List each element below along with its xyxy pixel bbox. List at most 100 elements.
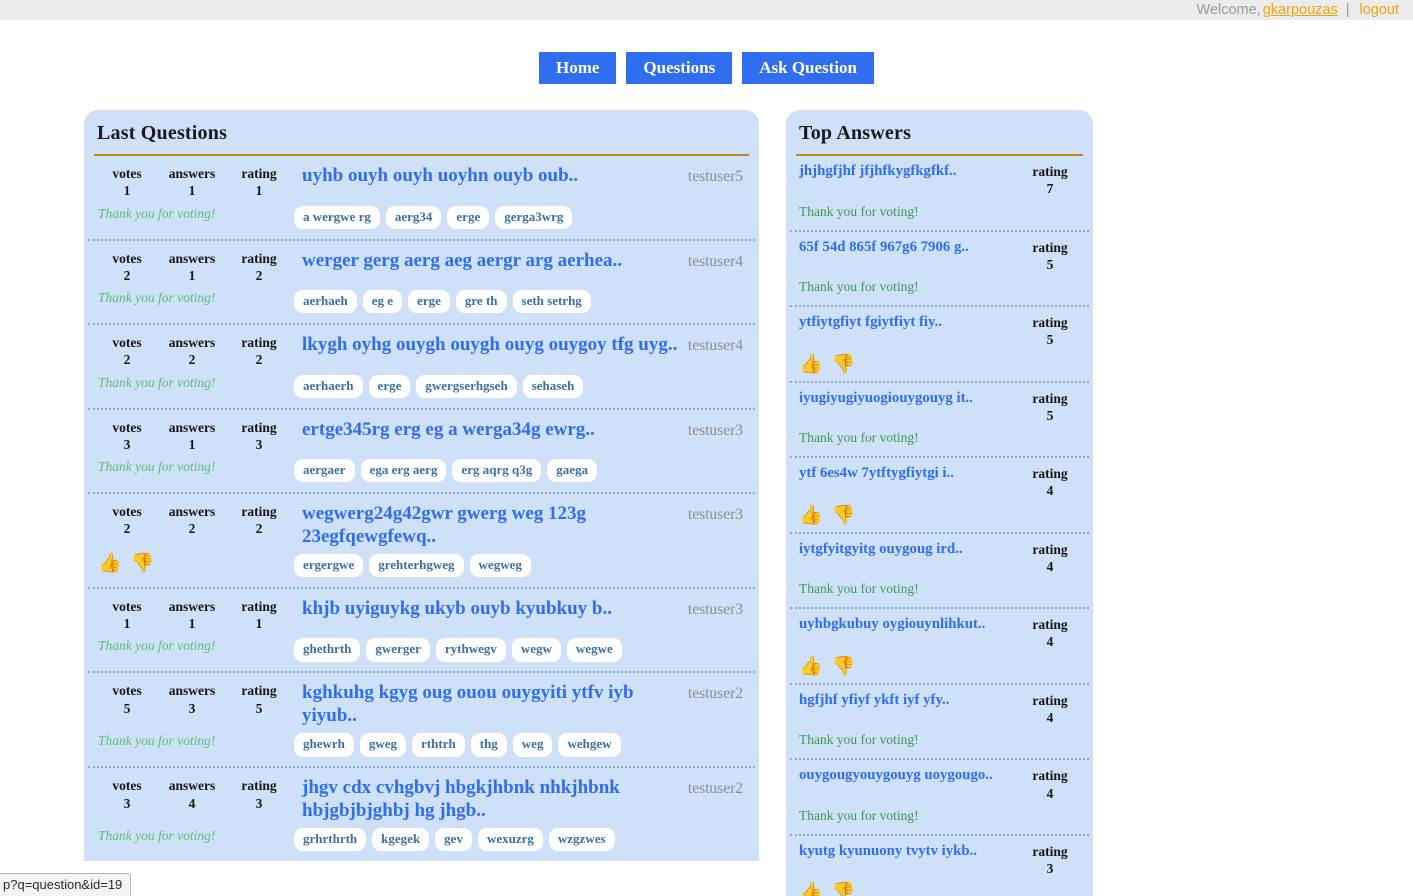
question-title-link[interactable]: jhgv cdx cvhgbvj hbgkjhbnk nhkjhbnk hbjg… xyxy=(302,777,687,822)
logout-link[interactable]: logout xyxy=(1359,2,1399,18)
answer-title-link[interactable]: kyutg kyunuony tvytv iykb.. xyxy=(799,843,1020,861)
tag-list: aerhaerh ergegwergserhgseh sehaseh xyxy=(294,375,747,398)
tag-chip[interactable]: wegwe xyxy=(567,638,622,661)
votes-stat: votes2 xyxy=(96,503,158,538)
tag-chip[interactable]: thg xyxy=(471,733,507,756)
answer-rating: rating4 xyxy=(1020,692,1080,727)
answer-title-link[interactable]: ouygougyouygouyg uoygougo.. xyxy=(799,767,1020,785)
thumbs-up-icon[interactable]: 👍 xyxy=(799,506,823,525)
question-title-link[interactable]: lkygh oyhg ouygh ouygh ouyg ouygoy tfg u… xyxy=(302,334,687,356)
answers-label: answers xyxy=(158,250,226,267)
nav-questions-button[interactable]: Questions xyxy=(626,52,732,84)
tag-chip[interactable]: ghewrh xyxy=(294,733,354,756)
rating-label: rating xyxy=(226,419,292,436)
answer-title-link[interactable]: ytf 6es4w 7ytftygfiytgi i.. xyxy=(799,465,1020,483)
thumbs-down-icon[interactable]: 👎 xyxy=(832,657,856,676)
tag-chip[interactable]: eg e xyxy=(363,290,402,313)
tag-chip[interactable]: wegweg xyxy=(470,554,531,577)
tag-chip[interactable]: aerhaerh xyxy=(294,375,363,398)
thumbs-up-icon[interactable]: 👍 xyxy=(799,355,823,374)
tag-chip[interactable]: erg aqrg q3g xyxy=(452,459,541,482)
tag-chip[interactable]: wehgew xyxy=(558,733,620,756)
question-title-link[interactable]: wegwerg24g42gwr gwerg weg 123g 23egfqewg… xyxy=(302,503,687,548)
tag-chip[interactable]: erge xyxy=(447,206,489,229)
vote-area: Thank you for voting! xyxy=(96,733,294,749)
tag-chip[interactable]: rythwegv xyxy=(436,638,506,661)
answers-value: 2 xyxy=(158,351,226,368)
answer-title-link[interactable]: 65f 54d 865f 967g6 7906 g.. xyxy=(799,239,1020,257)
tag-list: a wergwe rg aerg34erge gerga3wrg xyxy=(294,206,747,229)
thumbs-up-icon[interactable]: 👍 xyxy=(98,554,122,573)
thanks-message: Thank you for voting! xyxy=(799,430,1080,446)
votes-label: votes xyxy=(96,419,158,436)
tag-chip[interactable]: gre th xyxy=(456,290,507,313)
tag-chip[interactable]: grhrthrth xyxy=(294,828,366,851)
thanks-message: Thank you for voting! xyxy=(799,279,1080,295)
tag-chip[interactable]: gev xyxy=(435,828,472,851)
thumbs-down-icon[interactable]: 👎 xyxy=(832,883,856,896)
thumbs-up-icon[interactable]: 👍 xyxy=(799,883,823,896)
question-title-link[interactable]: ertge345rg erg eg a werga34g ewrg.. xyxy=(302,419,687,441)
rating-value: 2 xyxy=(226,520,292,537)
question-title-link[interactable]: khjb uyiguykg ukyb ouyb kyubkuy b.. xyxy=(302,598,687,620)
rating-label: rating xyxy=(226,598,292,615)
thumbs-up-icon[interactable]: 👍 xyxy=(799,657,823,676)
tag-chip[interactable]: wzgzwes xyxy=(549,828,615,851)
tag-chip[interactable]: weg xyxy=(513,733,553,756)
nav-home-button[interactable]: Home xyxy=(539,52,616,84)
username-link[interactable]: gkarpouzas xyxy=(1263,2,1338,18)
tag-chip[interactable]: seth setrhg xyxy=(513,290,591,313)
answer-title-link[interactable]: uyhbgkubuy oygiouynlihkut.. xyxy=(799,616,1020,634)
nav-ask-question-button[interactable]: Ask Question xyxy=(742,52,874,84)
tag-chip[interactable]: aerhaeh xyxy=(294,290,357,313)
thanks-message: Thank you for voting! xyxy=(98,638,294,654)
thumbs-down-icon[interactable]: 👎 xyxy=(832,355,856,374)
tag-chip[interactable]: erge xyxy=(369,375,411,398)
thanks-message: Thank you for voting! xyxy=(98,206,294,222)
tag-chip[interactable]: gwergserhgseh xyxy=(416,375,516,398)
tag-chip[interactable]: ghethrth xyxy=(294,638,360,661)
tag-chip[interactable]: gwerger xyxy=(366,638,429,661)
answer-title-link[interactable]: hgfjhf yfiyf ykft iyf yfy.. xyxy=(799,692,1020,710)
thumbs-down-icon[interactable]: 👎 xyxy=(131,554,155,573)
answer-row-header: 65f 54d 865f 967g6 7906 g..rating5 xyxy=(799,239,1080,274)
tag-chip[interactable]: erge xyxy=(408,290,450,313)
thumbs-down-icon[interactable]: 👎 xyxy=(832,506,856,525)
top-answers-panel: Top Answers jhjhgfjhf jfjhfkygfkgfkf..ra… xyxy=(786,110,1093,896)
tag-chip[interactable]: kgegek xyxy=(372,828,429,851)
answer-title-link[interactable]: iytgfyitgyitg ouygoug ird.. xyxy=(799,541,1020,559)
tag-chip[interactable]: sehaseh xyxy=(523,375,584,398)
tag-chip[interactable]: ergergwe xyxy=(294,554,363,577)
question-row-header: votes2answers2rating2wegwerg24g42gwr gwe… xyxy=(96,503,747,548)
tag-chip[interactable]: wexuzrg xyxy=(478,828,543,851)
rating-stat: rating3 xyxy=(226,419,292,454)
tag-chip[interactable]: aergaer xyxy=(294,459,355,482)
answers-stat: answers2 xyxy=(158,503,226,538)
thanks-message: Thank you for voting! xyxy=(799,581,1080,597)
vote-controls: 👍👎 xyxy=(799,355,1080,374)
question-row-footer: Thank you for voting!ghewrh gweg rthtrh thg… xyxy=(96,733,747,759)
tag-chip[interactable]: aerg34 xyxy=(386,206,442,229)
rating-label: rating xyxy=(1020,541,1080,558)
answer-title-link[interactable]: iyugiyugiyuogiouygouyg it.. xyxy=(799,390,1020,408)
answers-label: answers xyxy=(158,682,226,699)
tag-chip[interactable]: a wergwe rg xyxy=(294,206,380,229)
question-title-link[interactable]: werger gerg aerg aeg aergr arg aerhea.. xyxy=(302,250,687,272)
answer-title-link[interactable]: ytfiytgfiyt fgiytfiyt fiy.. xyxy=(799,314,1020,332)
question-row: votes5answers3rating5kghkuhg kgyg oug ou… xyxy=(88,673,755,768)
tag-chip[interactable]: ega erg aerg xyxy=(361,459,447,482)
tag-chip[interactable]: gaega xyxy=(547,459,597,482)
votes-value: 5 xyxy=(96,700,158,717)
answer-row-footer: Thank you for voting! xyxy=(799,279,1080,299)
answer-title-link[interactable]: jhjhgfjhf jfjhfkygfkgfkf.. xyxy=(799,163,1020,181)
tag-chip[interactable]: grehterhgweg xyxy=(369,554,463,577)
answer-row-footer: Thank you for voting! xyxy=(799,808,1080,828)
tag-chip[interactable]: gerga3wrg xyxy=(495,206,572,229)
tag-chip[interactable]: rthtrh xyxy=(412,733,465,756)
tag-chip[interactable]: wegw xyxy=(512,638,561,661)
tag-chip[interactable]: gweg xyxy=(360,733,406,756)
question-title-link[interactable]: kghkuhg kgyg oug ouou ouygyiti ytfv iyb … xyxy=(302,682,687,727)
question-row-footer: 👍 👎 ergergwe grehterhgweg wegweg xyxy=(96,554,747,580)
question-title-link[interactable]: uyhb ouyh ouyh uoyhn ouyb oub.. xyxy=(302,165,687,187)
answer-row-header: jhjhgfjhf jfjhfkygfkgfkf..rating7 xyxy=(799,163,1080,198)
